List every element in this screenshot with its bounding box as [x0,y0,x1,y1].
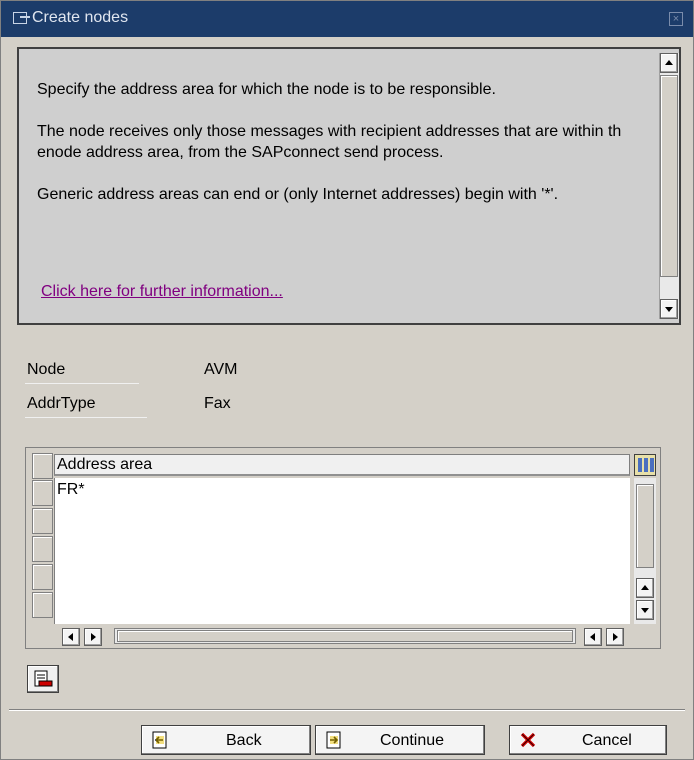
window-title: Create nodes [32,9,129,26]
window-icon [13,12,30,24]
close-icon[interactable]: × [669,12,683,26]
info-paragraph-1: Specify the address area for which the n… [37,81,496,98]
table-row[interactable] [55,562,631,590]
continue-button[interactable]: Continue [315,725,485,755]
arrow-left-icon [590,633,595,641]
row-selector[interactable] [32,592,53,618]
table-horizontal-scrollbar[interactable] [114,628,576,644]
address-area-cell[interactable]: FR* [57,481,85,499]
node-label: Node [27,361,66,378]
info-panel: Specify the address area for which the n… [17,47,681,325]
info-paragraph-3: Generic address areas can end or (only I… [37,186,559,203]
addrtype-label: AddrType [27,395,96,412]
table-body: FR* [54,478,630,624]
create-nodes-dialog: Create nodes × Specify the address area … [0,0,694,760]
arrow-left-icon [68,633,73,641]
column-header-label: Address area [57,456,153,473]
back-button[interactable]: Back [141,725,311,755]
scroll-down-button[interactable] [660,299,678,319]
row-selector[interactable] [32,480,53,506]
select-all-button[interactable] [32,453,53,479]
table-row[interactable] [55,590,631,618]
row-selector[interactable] [32,564,53,590]
arrow-right-icon [613,633,618,641]
arrow-right-icon [91,633,96,641]
back-arrow-icon [152,731,167,749]
address-area-table: Address area FR* [25,447,661,649]
table-settings-icon[interactable] [634,454,656,476]
node-value: AVM [204,361,238,378]
node-label-underline [25,383,139,384]
table-scroll-right-button[interactable] [606,628,624,646]
info-text: Specify the address area for which the n… [37,79,649,226]
table-scroll-thumb[interactable] [636,484,654,568]
back-button-label: Back [226,732,262,749]
table-vertical-scrollbar[interactable] [634,478,656,624]
cancel-x-icon [520,732,536,748]
column-scroll-left-button[interactable] [62,628,80,646]
cancel-button-label: Cancel [582,732,632,749]
arrow-down-icon [665,307,673,312]
arrow-down-icon [641,608,649,613]
continue-arrow-icon [326,731,341,749]
title-bar: Create nodes × [1,1,693,37]
addrtype-value: Fax [204,395,231,412]
table-scroll-up-button[interactable] [636,578,654,598]
column-scroll-right-button[interactable] [84,628,102,646]
table-row[interactable] [55,534,631,562]
scroll-thumb[interactable] [660,75,678,277]
table-scroll-down-button[interactable] [636,600,654,620]
further-info-link[interactable]: Click here for further information... [41,283,283,301]
scroll-up-button[interactable] [660,53,678,73]
continue-button-label: Continue [380,732,445,749]
addrtype-label-underline [25,417,147,418]
column-header-address-area[interactable]: Address area [54,454,630,476]
info-paragraph-2: The node receives only those messages wi… [37,123,622,161]
delete-row-icon [34,670,53,687]
info-scrollbar[interactable] [659,53,679,319]
delete-row-button[interactable] [27,665,59,693]
table-row[interactable] [55,506,631,534]
table-row[interactable]: FR* [55,478,631,506]
arrow-up-icon [641,585,649,590]
table-scroll-left-button[interactable] [584,628,602,646]
cancel-button[interactable]: Cancel [509,725,667,755]
arrow-up-icon [665,60,673,65]
separator [9,709,685,711]
row-selector[interactable] [32,536,53,562]
horizontal-scroll-thumb[interactable] [117,630,573,642]
row-selector[interactable] [32,508,53,534]
